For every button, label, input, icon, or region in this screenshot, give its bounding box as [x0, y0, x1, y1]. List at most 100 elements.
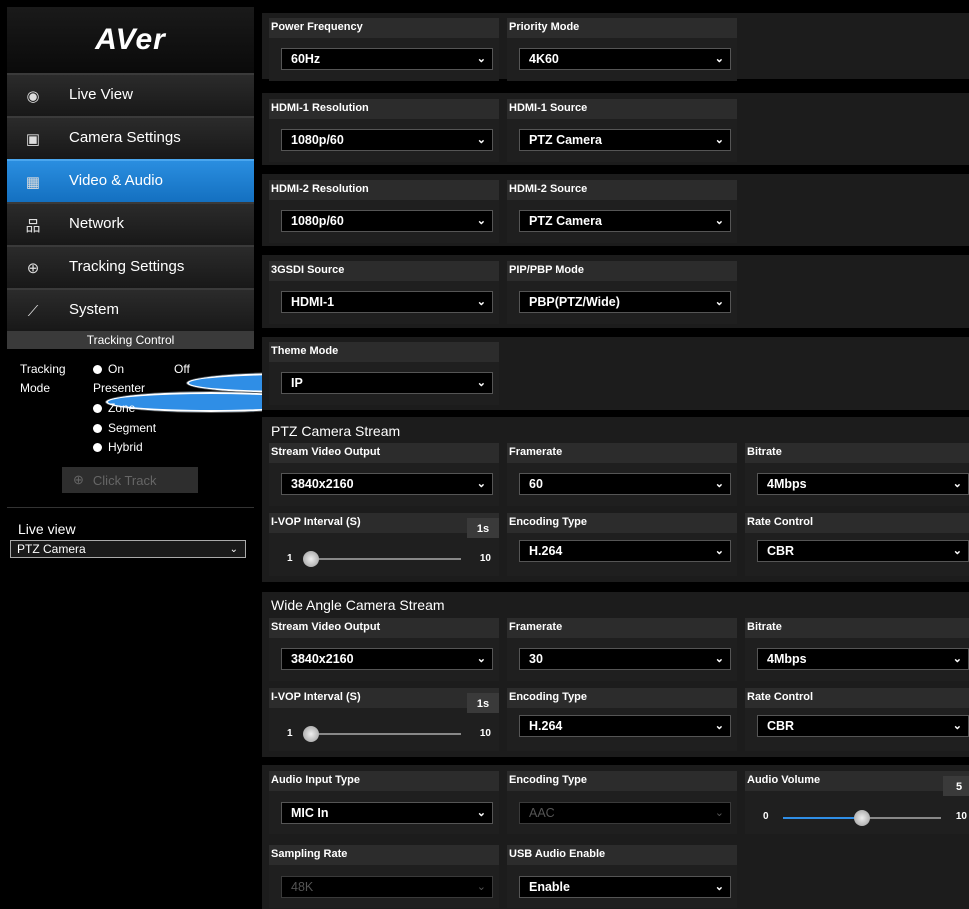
- slider-min: 0: [763, 811, 769, 822]
- radio-label: Off: [174, 362, 190, 376]
- radio-zone[interactable]: Zone: [93, 401, 135, 415]
- tracking-control-panel: Tracking Mode On Off Presenter Zone Segm…: [7, 349, 398, 506]
- nav-label: Video & Audio: [69, 172, 163, 189]
- field-wide-rate-control: Rate Control CBR ⌄: [745, 688, 969, 751]
- chevron-down-icon: ⌄: [476, 653, 486, 665]
- field-label: Bitrate: [747, 621, 782, 633]
- ptz-ivop-slider[interactable]: 1 10: [269, 533, 499, 576]
- field-label: HDMI-1 Source: [509, 102, 588, 114]
- nav-camera-settings[interactable]: ▣ Camera Settings: [7, 116, 254, 159]
- ptz-encoding-select[interactable]: H.264 ⌄: [519, 540, 731, 562]
- sdi-source-select[interactable]: HDMI-1 ⌄: [281, 291, 493, 313]
- theme-mode-select[interactable]: IP ⌄: [281, 372, 493, 394]
- hdmi2-source-select[interactable]: PTZ Camera ⌄: [519, 210, 731, 232]
- image-icon: ▣: [25, 131, 41, 148]
- field-label: Bitrate: [747, 446, 782, 458]
- field-wide-encoding: Encoding Type H.264 ⌄: [507, 688, 737, 751]
- field-ptz-rate-control: Rate Control CBR ⌄: [745, 513, 969, 576]
- wide-ivop-slider[interactable]: 1 10: [269, 708, 499, 751]
- radio-dot: [93, 403, 102, 413]
- field-label: Rate Control: [747, 691, 813, 703]
- wide-rate-control-select[interactable]: CBR ⌄: [757, 715, 969, 737]
- radio-tracking-off[interactable]: Off: [174, 362, 398, 394]
- section-hdmi1: HDMI-1 Resolution 1080p/60 ⌄ HDMI-1 Sourc…: [262, 93, 969, 165]
- audio-input-select[interactable]: MIC In ⌄: [281, 802, 493, 824]
- field-label: HDMI-2 Resolution: [271, 183, 369, 195]
- radio-tracking-on[interactable]: On: [93, 362, 124, 376]
- nav-label: Live View: [69, 86, 133, 103]
- field-ptz-output: Stream Video Output 3840x2160 ⌄: [269, 443, 499, 506]
- ptz-bitrate-select[interactable]: 4Mbps ⌄: [757, 473, 969, 495]
- nav-network[interactable]: 品 Network: [7, 202, 254, 245]
- live-view-title: Live view: [18, 521, 76, 537]
- nav-live-view[interactable]: ◉ Live View: [7, 73, 254, 116]
- radio-label: Hybrid: [108, 440, 143, 454]
- wide-output-select[interactable]: 3840x2160 ⌄: [281, 648, 493, 670]
- nav-video-audio[interactable]: ▦ Video & Audio: [7, 159, 254, 202]
- chevron-down-icon: ⌄: [476, 478, 486, 490]
- usb-audio-select[interactable]: Enable ⌄: [519, 876, 731, 898]
- wide-stream-title: Wide Angle Camera Stream: [271, 597, 445, 613]
- nav-system[interactable]: ⟋ System: [7, 288, 254, 331]
- slider-max: 10: [955, 811, 967, 822]
- priority-mode-select[interactable]: 4K60 ⌄: [519, 48, 731, 70]
- field-hdmi2-resolution: HDMI-2 Resolution 1080p/60 ⌄: [269, 180, 499, 243]
- live-view-select[interactable]: PTZ Camera ⌄: [10, 540, 246, 558]
- click-track-button[interactable]: ⊕ Click Track: [62, 467, 198, 493]
- field-wide-output: Stream Video Output 3840x2160 ⌄: [269, 618, 499, 681]
- slider-knob[interactable]: [303, 726, 319, 742]
- chevron-down-icon: ⌄: [714, 53, 724, 65]
- ptz-rate-control-select[interactable]: CBR ⌄: [757, 540, 969, 562]
- audio-volume-slider[interactable]: 0 10: [745, 791, 969, 834]
- chevron-down-icon: ⌄: [952, 545, 962, 557]
- radio-label: On: [108, 362, 125, 376]
- slider-knob[interactable]: [854, 810, 870, 826]
- chevron-down-icon: ⌄: [952, 653, 962, 665]
- ptz-framerate-select[interactable]: 60 ⌄: [519, 473, 731, 495]
- field-pip-mode: PIP/PBP Mode PBP(PTZ/Wide) ⌄: [507, 261, 737, 324]
- section-audio: Audio Input Type MIC In ⌄ Encoding Type A…: [262, 765, 969, 909]
- ptz-output-select[interactable]: 3840x2160 ⌄: [281, 473, 493, 495]
- field-label: Stream Video Output: [271, 446, 381, 458]
- field-hdmi1-resolution: HDMI-1 Resolution 1080p/60 ⌄: [269, 99, 499, 162]
- field-label: HDMI-2 Source: [509, 183, 588, 195]
- section-hdmi2: HDMI-2 Resolution 1080p/60 ⌄ HDMI-2 Sourc…: [262, 174, 969, 246]
- chevron-down-icon: ⌄: [476, 881, 486, 893]
- sampling-rate-select: 48K ⌄: [281, 876, 493, 898]
- nav-tracking-settings[interactable]: ⊕ Tracking Settings: [7, 245, 254, 288]
- nav-label: Network: [69, 215, 125, 232]
- section-wide-stream: Wide Angle Camera Stream Stream Video Ou…: [262, 592, 969, 757]
- wide-bitrate-select[interactable]: 4Mbps ⌄: [757, 648, 969, 670]
- field-ptz-framerate: Framerate 60 ⌄: [507, 443, 737, 506]
- field-label: Rate Control: [747, 516, 813, 528]
- field-label: Stream Video Output: [271, 621, 381, 633]
- power-frequency-select[interactable]: 60Hz ⌄: [281, 48, 493, 70]
- field-label: USB Audio Enable: [509, 848, 606, 860]
- sidebar: AVer ◉ Live View ▣ Camera Settings ▦ Vid…: [7, 7, 398, 902]
- hdmi1-source-select[interactable]: PTZ Camera ⌄: [519, 129, 731, 151]
- live-view-panel: Live view PTZ Camera ⌄: [7, 507, 254, 558]
- radio-segment[interactable]: Segment: [93, 421, 156, 435]
- audio-encoding-select: AAC ⌄: [519, 802, 731, 824]
- radio-dot: [93, 423, 102, 433]
- radio-label: Zone: [108, 401, 136, 415]
- radio-hybrid[interactable]: Hybrid: [93, 440, 143, 454]
- pip-mode-select[interactable]: PBP(PTZ/Wide) ⌄: [519, 291, 731, 313]
- radio-dot: [93, 364, 102, 374]
- hdmi1-resolution-select[interactable]: 1080p/60 ⌄: [281, 129, 493, 151]
- aver-logo: AVer: [7, 7, 254, 73]
- wide-framerate-select[interactable]: 30 ⌄: [519, 648, 731, 670]
- chevron-down-icon: ⌄: [476, 296, 486, 308]
- wide-encoding-select[interactable]: H.264 ⌄: [519, 715, 731, 737]
- slider-knob[interactable]: [303, 551, 319, 567]
- field-theme-mode: Theme Mode IP ⌄: [269, 342, 499, 405]
- chevron-down-icon: ⌄: [714, 807, 724, 819]
- slider-max: 10: [479, 728, 491, 739]
- field-label: 3GSDI Source: [271, 264, 345, 276]
- hdmi2-resolution-select[interactable]: 1080p/60 ⌄: [281, 210, 493, 232]
- radio-presenter[interactable]: Presenter: [93, 381, 317, 413]
- live-view-value: PTZ Camera: [17, 542, 86, 556]
- slider-track: [303, 551, 461, 567]
- slider-max: 10: [479, 553, 491, 564]
- settings-main: Power Frequency 60Hz ⌄ Priority Mode 4K60…: [262, 7, 969, 909]
